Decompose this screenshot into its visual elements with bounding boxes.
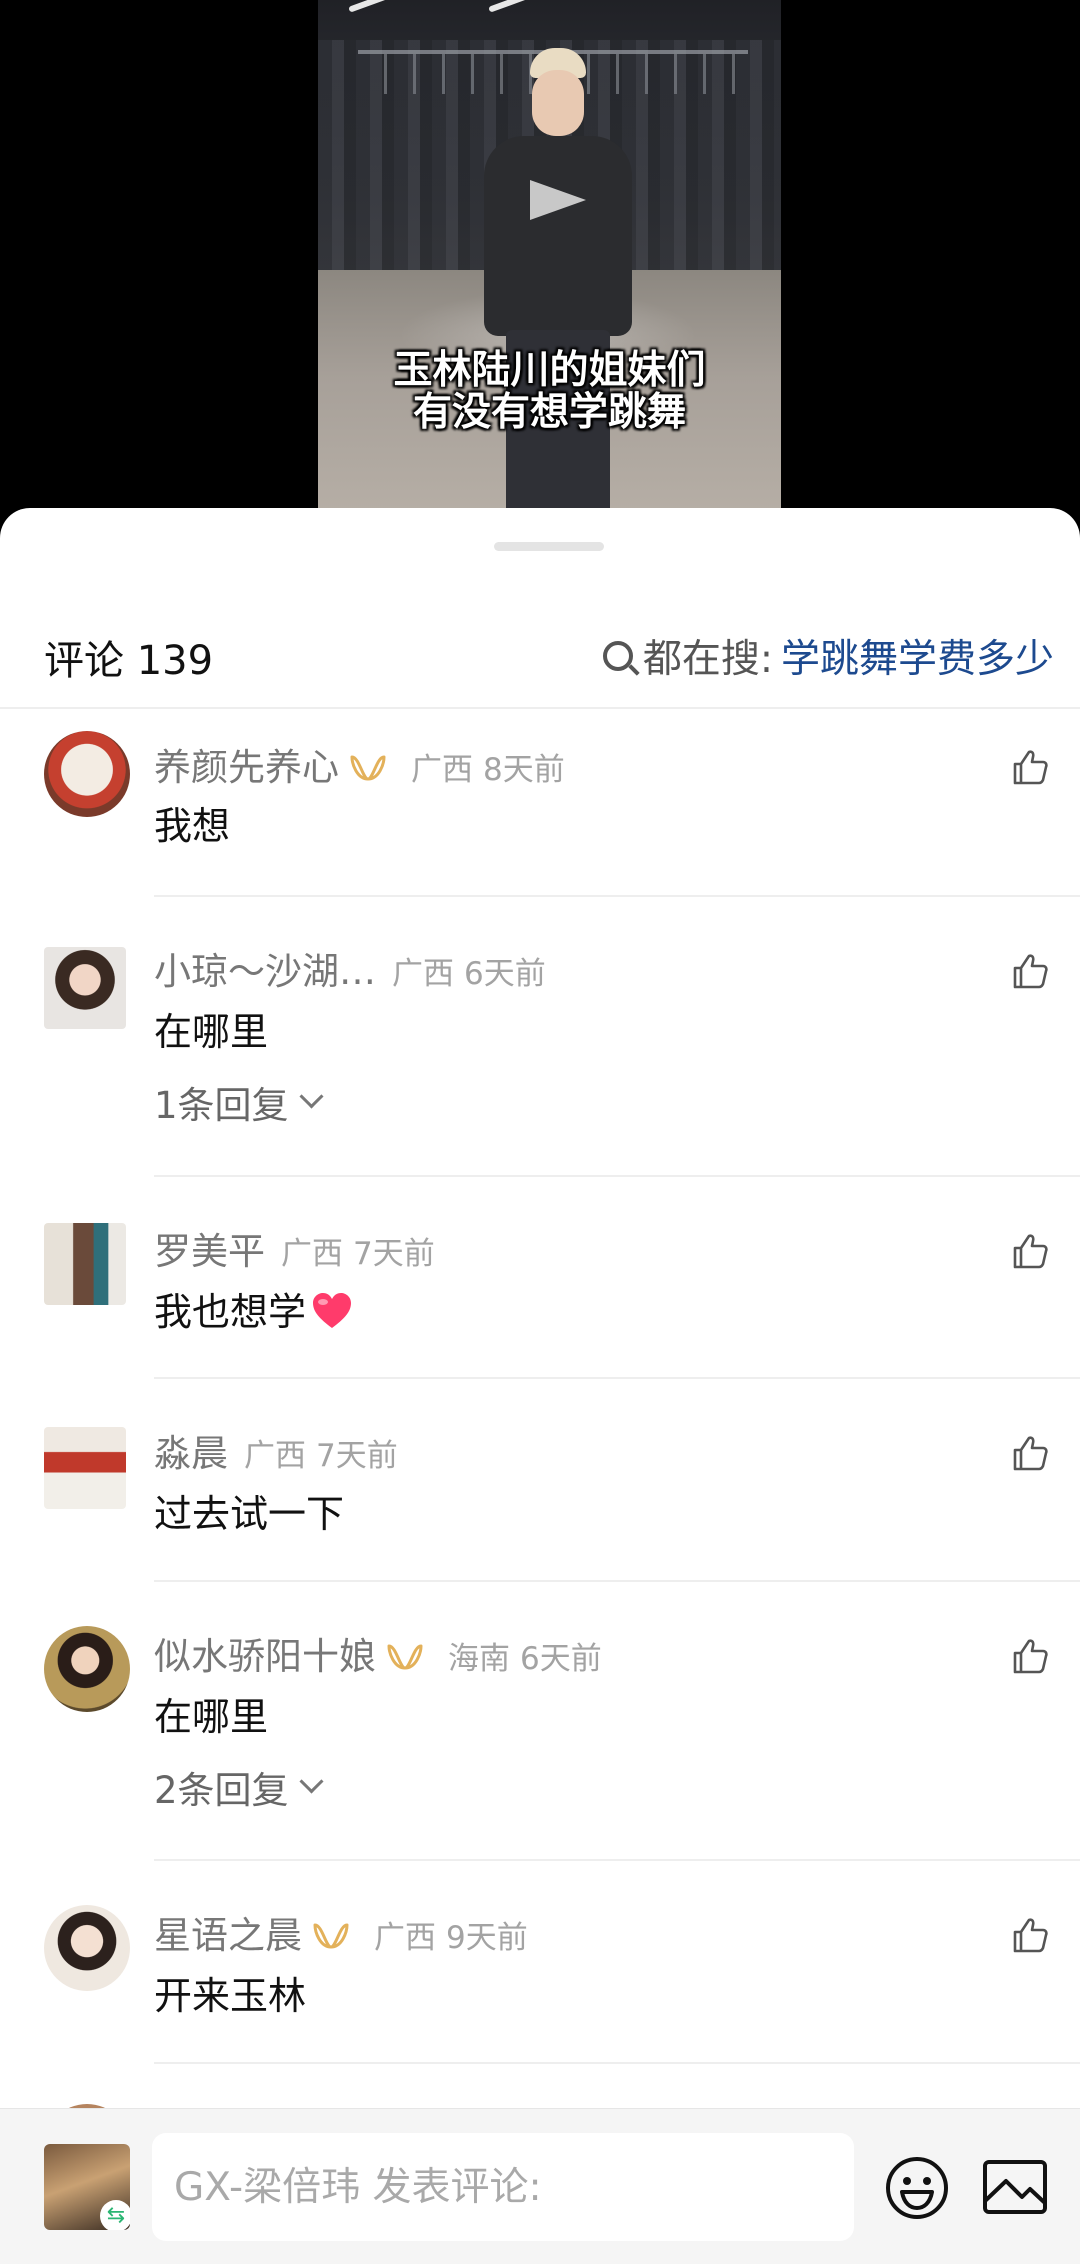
video-ceiling-light (488, 0, 528, 13)
comment-list: 养颜先养心 广西 8天前 我想 小琼～沙湖… 广西 6天前 在哪里 1条回复 罗… (0, 709, 1080, 2190)
comment-author[interactable]: 似水骄阳十娘 (154, 1626, 376, 1680)
comment-item[interactable]: 淼晨 广西 7天前 过去试一下 (0, 1379, 1080, 1582)
comment-author[interactable]: 养颜先养心 (154, 737, 339, 791)
comment-item[interactable]: 养颜先养心 广西 8天前 我想 (0, 709, 1080, 897)
comment-composer-bar: ⇆ (0, 2108, 1080, 2264)
comment-text: 我想 (154, 804, 231, 848)
emoji-icon[interactable] (884, 2155, 950, 2221)
comment-text: 我也想学 (154, 1281, 354, 1336)
comment-meta: 罗美平 广西 7天前 (154, 1221, 435, 1275)
heart-emoji-icon (313, 1292, 352, 1328)
avatar[interactable] (44, 1223, 126, 1305)
current-user-avatar[interactable]: ⇆ (44, 2144, 130, 2230)
comment-region: 广西 (411, 752, 473, 788)
replies-count-label: 1条回复 (154, 1084, 289, 1127)
comment-text: 过去试一下 (154, 1492, 345, 1536)
vip-badge-icon (387, 1644, 423, 1670)
like-thumb-icon[interactable] (1010, 747, 1050, 787)
comment-item[interactable]: 罗美平 广西 7天前 我也想学 (0, 1177, 1080, 1379)
comment-time: 7天前 (353, 1236, 435, 1272)
video-caption: 玉林陆川的姐妹们 有没有想学跳舞 (318, 350, 781, 434)
comment-text: 开来玉林 (154, 1974, 307, 2018)
like-thumb-icon[interactable] (1010, 1915, 1050, 1955)
switch-account-icon[interactable]: ⇆ (100, 2200, 130, 2230)
trending-search-link[interactable]: 都在搜: 学跳舞学费多少 (602, 628, 1054, 684)
comments-sheet: 评论 139 都在搜: 学跳舞学费多少 养颜先养心 广西 8天前 我想 小琼～沙… (0, 508, 1080, 2263)
view-replies-button[interactable]: 2条回复 (154, 1760, 324, 1814)
view-replies-button[interactable]: 1条回复 (154, 1075, 324, 1129)
chevron-down-icon (299, 1083, 324, 1109)
like-thumb-icon[interactable] (1010, 1231, 1050, 1271)
replies-count-label: 2条回复 (154, 1769, 289, 1812)
like-thumb-icon[interactable] (1010, 1636, 1050, 1676)
comment-region: 广西 (392, 956, 454, 992)
comment-time: 9天前 (446, 1920, 528, 1956)
avatar[interactable] (44, 1427, 126, 1509)
chevron-down-icon (299, 1768, 324, 1794)
sheet-drag-handle[interactable] (494, 542, 604, 551)
trending-search-keyword[interactable]: 学跳舞学费多少 (781, 628, 1054, 684)
like-thumb-icon[interactable] (1010, 951, 1050, 991)
vip-badge-icon (350, 755, 386, 781)
comment-region: 海南 (448, 1641, 510, 1677)
video-ceiling-light (348, 0, 388, 13)
comment-time: 7天前 (316, 1438, 398, 1474)
comment-meta: 养颜先养心 广西 8天前 (154, 737, 565, 791)
comment-item[interactable]: 小琼～沙湖… 广西 6天前 在哪里 1条回复 (0, 897, 1080, 1177)
comment-region: 广西 (281, 1236, 343, 1272)
comment-text-content: 我也想学 (154, 1290, 307, 1334)
trending-search-prefix: 都在搜: (642, 637, 773, 682)
video-dancer (458, 40, 658, 540)
comment-item[interactable]: 似水骄阳十娘 海南 6天前 在哪里 2条回复 (0, 1582, 1080, 1861)
comment-author[interactable]: 星语之晨 (154, 1905, 302, 1959)
comment-author[interactable]: 淼晨 (154, 1423, 228, 1477)
comments-count-title: 评论 139 (44, 638, 214, 684)
video-caption-line-2: 有没有想学跳舞 (412, 390, 686, 435)
comment-input[interactable] (152, 2133, 854, 2241)
comment-time: 8天前 (483, 752, 565, 788)
search-icon (602, 641, 633, 671)
video-frame[interactable] (318, 0, 781, 540)
comment-meta: 似水骄阳十娘 海南 6天前 (154, 1626, 602, 1680)
comment-item[interactable]: 星语之晨 广西 9天前 开来玉林 (0, 1861, 1080, 2064)
comments-header: 评论 139 都在搜: 学跳舞学费多少 (0, 618, 1080, 688)
comment-region: 广西 (244, 1438, 306, 1474)
comment-author[interactable]: 罗美平 (154, 1221, 265, 1275)
comment-author[interactable]: 小琼～沙湖… (154, 941, 376, 995)
avatar[interactable] (44, 947, 126, 1029)
video-player[interactable]: 玉林陆川的姐妹们 有没有想学跳舞 (0, 0, 1080, 540)
avatar[interactable] (44, 1905, 130, 1991)
avatar[interactable] (44, 731, 130, 817)
comment-meta: 星语之晨 广西 9天前 (154, 1905, 528, 1959)
comment-time: 6天前 (464, 956, 546, 992)
comment-meta: 淼晨 广西 7天前 (154, 1423, 398, 1477)
image-picker-icon[interactable] (982, 2157, 1048, 2217)
vip-badge-icon (313, 1923, 349, 1949)
comment-meta: 小琼～沙湖… 广西 6天前 (154, 941, 546, 995)
comment-time: 6天前 (520, 1641, 602, 1677)
video-caption-line-1: 玉林陆川的姐妹们 (393, 348, 706, 393)
comment-text: 在哪里 (154, 1695, 269, 1739)
like-thumb-icon[interactable] (1010, 1433, 1050, 1473)
comment-region: 广西 (374, 1920, 436, 1956)
comment-text: 在哪里 (154, 1010, 269, 1054)
avatar[interactable] (44, 1626, 130, 1712)
